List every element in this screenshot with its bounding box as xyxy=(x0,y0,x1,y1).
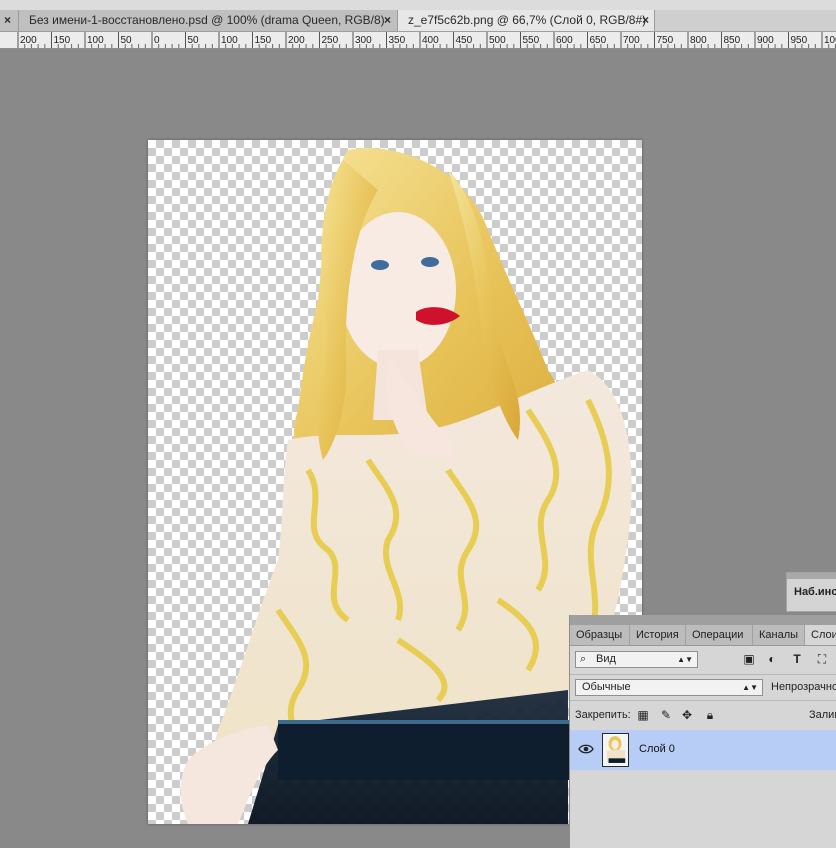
tab-label: z_e7f5c62b.png @ 66,7% (Слой 0, RGB/8#) xyxy=(408,13,647,27)
ruler-label: 50 xyxy=(121,35,133,46)
close-icon[interactable]: × xyxy=(4,10,11,31)
layer-name[interactable]: Слой 0 xyxy=(639,743,675,755)
opacity-label: Непрозрачность xyxy=(771,681,836,693)
lock-position-icon[interactable]: ✥ xyxy=(680,708,694,722)
eye-icon[interactable] xyxy=(578,743,594,755)
ruler-label: 1000 xyxy=(824,35,836,46)
blend-mode-select[interactable]: Обычные ▲▼ xyxy=(575,679,763,696)
ruler-label: 450 xyxy=(456,35,473,46)
ruler-label: 150 xyxy=(255,35,272,46)
tab-document-png[interactable]: z_e7f5c62b.png @ 66,7% (Слой 0, RGB/8#) … xyxy=(397,10,655,31)
ruler-label: 350 xyxy=(389,35,406,46)
shape-filter-icon[interactable]: ⛶ xyxy=(815,652,829,666)
ruler-label: 100 xyxy=(221,35,238,46)
ruler-label: 900 xyxy=(757,35,774,46)
horizontal-ruler[interactable]: 200 150 100 50 0 50 100 150 200 250 300 350 400 450 50… xyxy=(0,32,836,49)
search-icon: ⌕ xyxy=(580,653,587,665)
tab-swatches[interactable]: Образцы xyxy=(570,625,630,645)
blend-mode-value: Обычные xyxy=(582,681,631,693)
fill-label: Залив xyxy=(809,709,836,721)
adjustment-filter-icon[interactable]: ◐ xyxy=(765,652,779,666)
ruler-label: 150 xyxy=(54,35,71,46)
panel-tab-bar: Образцы История Операции Каналы Слои xyxy=(570,625,836,646)
divider xyxy=(570,674,836,675)
kind-filter-value: Вид xyxy=(596,653,616,665)
ruler-label: 200 xyxy=(288,35,305,46)
tab-prev-close[interactable]: × xyxy=(0,10,18,31)
lock-image-icon[interactable]: ✎ xyxy=(659,708,673,722)
updown-icon: ▲▼ xyxy=(677,655,693,664)
lock-all-icon[interactable]: 🔒︎ xyxy=(703,708,717,722)
photo-image xyxy=(180,148,632,824)
ruler-ticks: 200 150 100 50 0 50 100 150 200 250 300 350 400 450 50… xyxy=(17,32,836,48)
image-filter-icon[interactable]: ▣ xyxy=(742,652,756,666)
panel-grip[interactable] xyxy=(787,573,836,579)
ruler-label: 400 xyxy=(422,35,439,46)
ruler-label: 800 xyxy=(690,35,707,46)
ruler-label: 0 xyxy=(154,35,160,46)
ruler-label: 50 xyxy=(188,35,200,46)
lock-transparent-icon[interactable]: ▦ xyxy=(636,708,650,722)
tab-history[interactable]: История xyxy=(630,625,686,645)
ruler-label: 300 xyxy=(355,35,372,46)
ruler-label: 200 xyxy=(20,35,37,46)
lock-label: Закрепить: xyxy=(575,709,631,721)
type-filter-icon[interactable]: T xyxy=(790,652,804,666)
divider xyxy=(570,700,836,701)
tab-actions[interactable]: Операции xyxy=(686,625,753,645)
close-icon[interactable]: × xyxy=(642,10,649,31)
thumbnail-image xyxy=(603,734,628,766)
layer-row[interactable]: Слой 0 xyxy=(570,730,836,770)
panel-title: Наб.инст xyxy=(794,586,836,598)
ruler-label: 500 xyxy=(489,35,506,46)
tab-channels[interactable]: Каналы xyxy=(753,625,805,645)
ruler-label: 100 xyxy=(87,35,104,46)
ruler-label: 250 xyxy=(322,35,339,46)
layers-panel[interactable]: Образцы История Операции Каналы Слои ⌕ В… xyxy=(569,615,836,848)
ruler-label: 650 xyxy=(590,35,607,46)
ruler-label: 750 xyxy=(657,35,674,46)
ruler-label: 600 xyxy=(556,35,573,46)
document-canvas[interactable] xyxy=(148,140,642,824)
tab-layers[interactable]: Слои xyxy=(805,625,836,645)
panel-grip[interactable] xyxy=(570,615,836,625)
kind-filter-select[interactable]: ⌕ Вид ▲▼ xyxy=(575,651,698,668)
ruler-label: 950 xyxy=(791,35,808,46)
ruler-label: 850 xyxy=(724,35,741,46)
ruler-label: 550 xyxy=(523,35,540,46)
close-icon[interactable]: × xyxy=(384,10,391,31)
tab-label: Без имени-1-восстановлено.psd @ 100% (dr… xyxy=(29,13,385,27)
filter-row: ⌕ Вид ▲▼ ▣ ◐ T ⛶ xyxy=(570,646,836,674)
tab-document-psd[interactable]: Без имени-1-восстановлено.psd @ 100% (dr… xyxy=(18,10,397,31)
updown-icon: ▲▼ xyxy=(742,683,758,692)
document-tab-bar: × Без имени-1-восстановлено.psd @ 100% (… xyxy=(0,10,836,32)
ruler-label: 700 xyxy=(623,35,640,46)
layers-list-empty-area xyxy=(570,770,836,848)
layer-thumbnail[interactable] xyxy=(602,733,629,767)
tool-presets-panel[interactable]: Наб.инст xyxy=(786,572,836,612)
